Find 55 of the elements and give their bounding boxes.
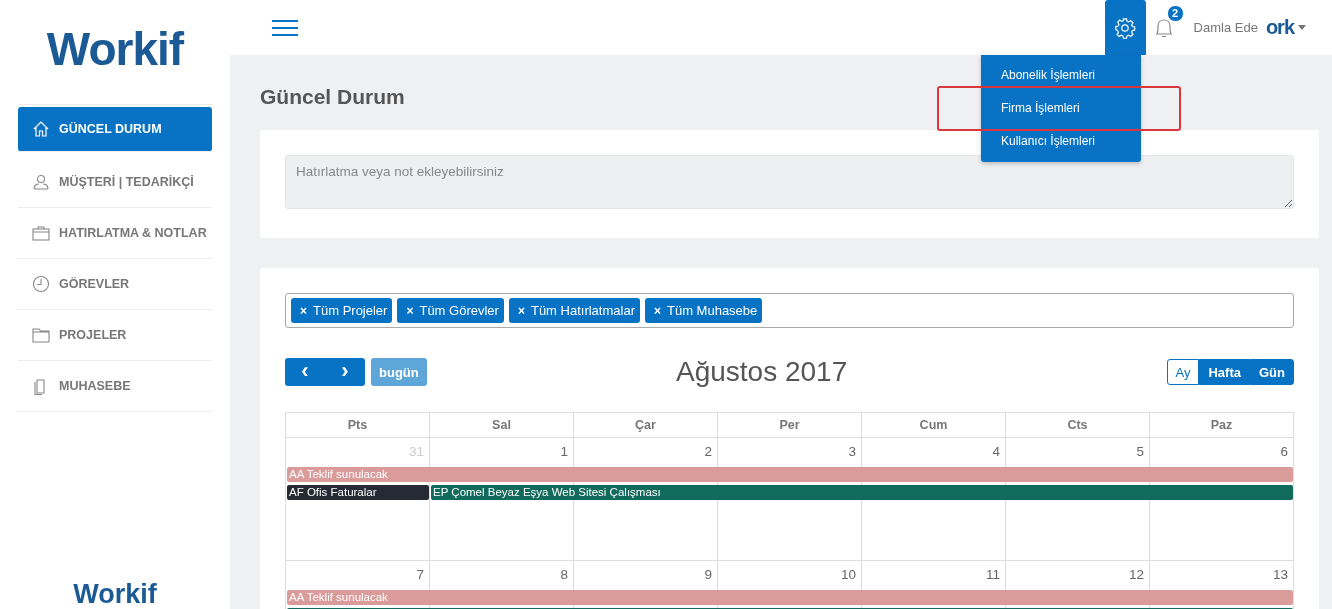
workif-logo: Workif bbox=[46, 22, 184, 77]
notifications-button[interactable] bbox=[1153, 16, 1174, 39]
sidebar-item[interactable]: GÜNCEL DURUM bbox=[18, 107, 212, 152]
menu-item[interactable]: Firma İşlemleri bbox=[981, 92, 1141, 125]
remove-icon[interactable]: × bbox=[406, 303, 414, 318]
view-tab[interactable]: Gün bbox=[1250, 359, 1294, 385]
weekday-header: Paz bbox=[1150, 413, 1294, 438]
sidebar-item[interactable]: PROJELER bbox=[18, 310, 212, 361]
calendar-title: Ağustos 2017 bbox=[675, 356, 849, 388]
view-tab[interactable]: Hafta bbox=[1199, 359, 1250, 385]
filter-label: Tüm Muhasebe bbox=[667, 303, 758, 318]
briefcase-icon bbox=[32, 224, 50, 242]
filter-tag[interactable]: × Tüm Görevler bbox=[397, 298, 504, 323]
filter-field[interactable]: × Tüm Projeler × Tüm Görevler × Tüm Hatırlatmalar × Tüm Muhasebe bbox=[285, 293, 1294, 328]
weekday-header: Per bbox=[718, 413, 862, 438]
clock-icon bbox=[32, 275, 50, 293]
sidebar-item[interactable]: HATIRLATMA & NOTLAR bbox=[18, 208, 212, 259]
weekday-header: Cum bbox=[862, 413, 1006, 438]
caret-icon bbox=[1298, 25, 1306, 30]
sidebar-item[interactable]: GÖREVLER bbox=[18, 259, 212, 310]
settings-button[interactable] bbox=[1104, 0, 1146, 55]
user-icon bbox=[32, 173, 50, 191]
notification-badge: 2 bbox=[1166, 4, 1184, 22]
previous-button[interactable]: ‹ bbox=[285, 358, 325, 386]
remove-icon[interactable]: × bbox=[517, 303, 525, 318]
menu-item[interactable]: Abonelik İşlemleri bbox=[981, 59, 1141, 92]
menu-item[interactable]: Kullanıcı İşlemleri bbox=[981, 125, 1141, 158]
remove-icon[interactable]: × bbox=[653, 303, 661, 318]
filter-tag[interactable]: × Tüm Hatırlatmalar bbox=[508, 298, 640, 323]
user-name: Damla Ede bbox=[1193, 20, 1258, 35]
weekday-header: Çar bbox=[574, 413, 718, 438]
filter-tag[interactable]: × Tüm Projeler bbox=[291, 298, 393, 323]
weekday-header: Pts bbox=[286, 413, 430, 438]
settings-icon bbox=[1114, 16, 1137, 39]
workif-logo: Workif bbox=[73, 581, 157, 609]
today-button[interactable]: bugün bbox=[371, 358, 427, 386]
remove-icon[interactable]: × bbox=[300, 303, 307, 318]
weekday-header: Sal bbox=[430, 413, 574, 438]
calendar-event[interactable]: EP Çomel Beyaz Eşya Web Sitesi Çalışması bbox=[431, 485, 1293, 500]
next-button[interactable]: › bbox=[325, 358, 365, 386]
filter-tag[interactable]: × Tüm Muhasebe bbox=[644, 298, 763, 323]
filter-label: Tüm Projeler bbox=[313, 303, 388, 318]
filter-label: Tüm Hatırlatmalar bbox=[530, 303, 635, 318]
weekday-header: Cts bbox=[1006, 413, 1150, 438]
view-tab[interactable]: Ay bbox=[1166, 359, 1200, 385]
menu-button[interactable] bbox=[272, 18, 298, 37]
home-icon bbox=[32, 120, 50, 138]
note-input[interactable]: Hatırlatma veya not ekleyebilirsiniz bbox=[285, 155, 1294, 209]
avatar-logo[interactable]: ork bbox=[1265, 16, 1294, 39]
sidebar-item[interactable]: MUHASEBE bbox=[18, 361, 212, 412]
page-title: Güncel Durum bbox=[260, 85, 405, 109]
sidebar-item[interactable]: MÜŞTERİ | TEDARİKÇİ bbox=[18, 157, 212, 208]
calendar-event[interactable]: AF Ofis Faturalar bbox=[287, 485, 429, 500]
folder-icon bbox=[32, 326, 50, 344]
filter-label: Tüm Görevler bbox=[419, 303, 499, 318]
